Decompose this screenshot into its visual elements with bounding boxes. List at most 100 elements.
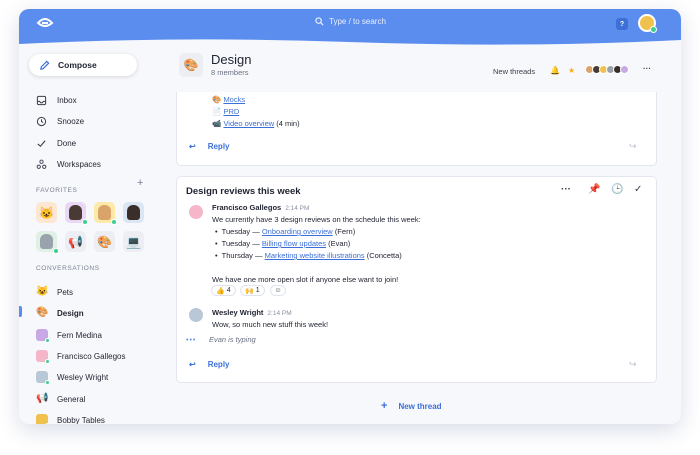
add-favorite-button[interactable]: + bbox=[137, 177, 143, 189]
conversation-wesley-wright[interactable]: Wesley Wright bbox=[36, 371, 109, 385]
nav-workspaces[interactable]: Workspaces bbox=[36, 159, 101, 170]
favorite-computer[interactable]: 💻 bbox=[123, 231, 144, 252]
nav-snooze-label: Snooze bbox=[57, 117, 85, 126]
avatar bbox=[620, 65, 629, 74]
prd-link[interactable]: PRD bbox=[223, 107, 239, 116]
reply-icon: ↩ bbox=[189, 142, 196, 151]
message-text: We have one more open slot if anyone els… bbox=[212, 275, 399, 284]
conversation-fern-medina[interactable]: Fern Medina bbox=[36, 329, 102, 343]
conversation-bobby-tables[interactable]: Bobby Tables bbox=[36, 414, 105, 424]
author-name[interactable]: Wesley Wright bbox=[212, 308, 263, 317]
new-threads-filter[interactable]: New threads bbox=[493, 67, 535, 76]
favorite-general[interactable]: 📢 bbox=[65, 231, 86, 252]
favorite-fern[interactable] bbox=[65, 202, 88, 225]
add-reaction-button[interactable]: ☺ bbox=[270, 285, 286, 296]
search-icon bbox=[315, 17, 324, 26]
favorite-person[interactable] bbox=[123, 202, 144, 223]
forward-icon[interactable]: ↪ bbox=[629, 359, 637, 370]
favorite-francisco[interactable] bbox=[94, 202, 117, 225]
help-button[interactable]: ? bbox=[616, 18, 628, 30]
avatar bbox=[36, 371, 50, 385]
favorite-design[interactable]: 🎨 bbox=[94, 231, 115, 252]
avatar bbox=[127, 205, 140, 220]
reaction-thumbs-up[interactable]: 👍 4 bbox=[211, 285, 236, 296]
thread-card: Design reviews this week ··· 📌 🕒 ✓ Franc… bbox=[176, 176, 657, 383]
conversation-design[interactable]: 🎨 Design bbox=[36, 307, 84, 319]
conversation-francisco-gallegos[interactable]: Francisco Gallegos bbox=[36, 350, 126, 364]
conversation-label: Francisco Gallegos bbox=[57, 351, 126, 361]
app-window: Type / to search ? Compose Inbox Snooze … bbox=[19, 9, 681, 424]
done-check-icon[interactable]: ✓ bbox=[634, 184, 642, 195]
conversation-general[interactable]: 📢 General bbox=[36, 393, 85, 405]
video-duration: (4 min) bbox=[276, 119, 300, 128]
list-day: Tuesday — bbox=[221, 239, 260, 248]
reaction-raised-hands[interactable]: 🙌 1 bbox=[240, 285, 265, 296]
reply-button[interactable]: ↩ Reply bbox=[189, 142, 230, 151]
avatar[interactable] bbox=[189, 308, 203, 322]
list-item: • Tuesday — Billing flow updates (Evan) bbox=[215, 239, 351, 248]
conversation-pets[interactable]: 😺 Pets bbox=[36, 286, 73, 298]
user-avatar[interactable] bbox=[638, 14, 657, 33]
new-thread-label: New thread bbox=[398, 401, 442, 411]
review-link[interactable]: Billing flow updates bbox=[262, 239, 326, 248]
reply-button[interactable]: ↩ Reply bbox=[189, 360, 230, 369]
attachment-video: 📹 Video overview (4 min) bbox=[212, 119, 300, 128]
online-status bbox=[45, 338, 50, 343]
attachment-mocks: 🎨 Mocks bbox=[212, 95, 245, 104]
megaphone-icon: 📢 bbox=[68, 234, 83, 249]
reaction-count: 1 bbox=[255, 287, 260, 294]
plus-icon: + bbox=[381, 400, 388, 412]
cat-icon: 😺 bbox=[36, 286, 49, 297]
app-logo-icon[interactable] bbox=[36, 16, 54, 30]
palette-icon: 🎨 bbox=[179, 53, 203, 77]
favorite-wesley[interactable] bbox=[36, 231, 59, 254]
more-options-icon[interactable]: ··· bbox=[561, 184, 571, 195]
list-day: Thursday — bbox=[221, 251, 263, 260]
favorites-heading: FAVORITES bbox=[36, 187, 78, 194]
channel-members[interactable]: 8 members bbox=[211, 68, 249, 77]
search-bar[interactable]: Type / to search bbox=[315, 17, 386, 26]
list-owner: (Concetta) bbox=[366, 251, 402, 260]
author-name[interactable]: Francisco Gallegos bbox=[212, 203, 281, 212]
video-link[interactable]: Video overview bbox=[223, 119, 274, 128]
laptop-icon: 💻 bbox=[126, 234, 141, 249]
online-status bbox=[82, 219, 88, 225]
compose-button[interactable]: Compose bbox=[29, 54, 137, 76]
typing-dots-icon: ••• bbox=[186, 337, 197, 344]
pin-icon[interactable]: 📌 bbox=[588, 184, 600, 195]
mocks-link[interactable]: Mocks bbox=[223, 95, 245, 104]
review-link[interactable]: Marketing website illustrations bbox=[265, 251, 365, 260]
online-status bbox=[45, 359, 50, 364]
nav-done[interactable]: Done bbox=[36, 138, 76, 149]
message-header: Francisco Gallegos 2:14 PM bbox=[212, 203, 309, 212]
forward-icon[interactable]: ↪ bbox=[629, 141, 637, 152]
list-item: • Tuesday — Onboarding overview (Fern) bbox=[215, 227, 356, 236]
star-icon[interactable]: ★ bbox=[568, 66, 575, 75]
online-status bbox=[53, 248, 59, 254]
avatar bbox=[36, 350, 50, 364]
conversation-label: Pets bbox=[57, 287, 74, 297]
nav-workspaces-label: Workspaces bbox=[57, 160, 101, 169]
nav-inbox[interactable]: Inbox bbox=[36, 95, 77, 106]
member-avatars[interactable] bbox=[585, 65, 629, 74]
bell-icon[interactable]: 🔔 bbox=[550, 66, 560, 75]
message-header: Wesley Wright 2:14 PM bbox=[212, 308, 292, 317]
document-icon: 📄 bbox=[212, 107, 222, 116]
snooze-icon[interactable]: 🕒 bbox=[611, 184, 623, 195]
online-status bbox=[111, 219, 117, 225]
reply-icon: ↩ bbox=[189, 360, 196, 369]
conversation-label: Design bbox=[57, 308, 84, 318]
cat-icon: 😺 bbox=[39, 205, 54, 220]
new-thread-button[interactable]: + New thread bbox=[381, 400, 442, 412]
typing-indicator: Evan is typing bbox=[209, 335, 256, 344]
nav-snooze[interactable]: Snooze bbox=[36, 116, 84, 127]
avatar[interactable] bbox=[189, 205, 203, 219]
top-bar: Type / to search ? bbox=[19, 9, 681, 50]
conversation-label: Bobby Tables bbox=[57, 415, 105, 425]
favorite-pets[interactable]: 😺 bbox=[36, 202, 57, 223]
more-options-icon[interactable]: ··· bbox=[643, 64, 651, 73]
conversation-label: Wesley Wright bbox=[57, 372, 109, 382]
topbar-wave bbox=[19, 39, 681, 50]
review-link[interactable]: Onboarding overview bbox=[262, 227, 333, 236]
active-indicator bbox=[19, 306, 22, 317]
